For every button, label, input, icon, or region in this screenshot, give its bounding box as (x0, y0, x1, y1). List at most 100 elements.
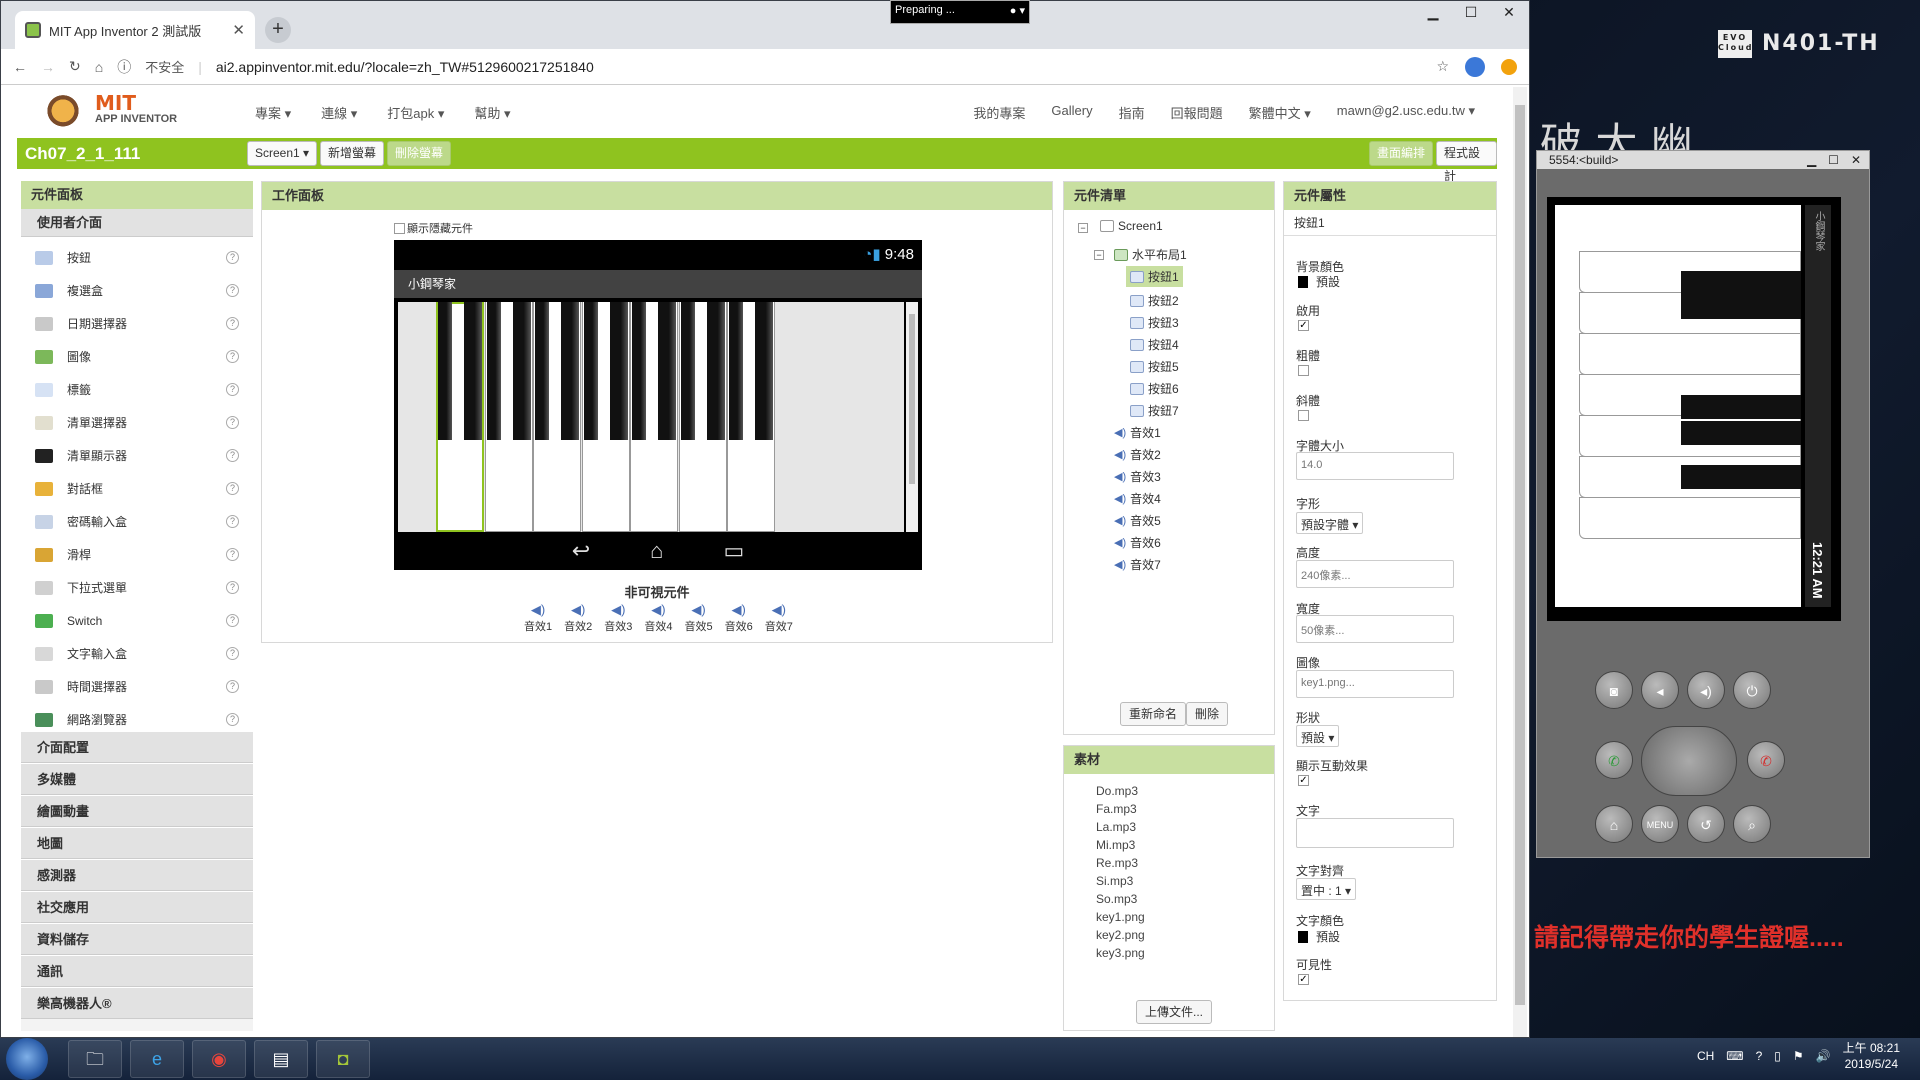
info-icon[interactable]: ⓘ (117, 57, 131, 77)
remove-screen-button[interactable]: 刪除螢幕 (387, 141, 452, 166)
help-icon[interactable]: ? (226, 317, 239, 330)
menu-project[interactable]: 專案 ▾ (255, 103, 291, 122)
tree-sound[interactable]: ◀) 音效5 (1114, 512, 1161, 529)
maximize-icon[interactable]: ☐ (1828, 151, 1839, 169)
palette-section-user-interface[interactable]: 使用者介面 (21, 209, 253, 237)
palette-category[interactable]: 繪圖動畫 (21, 795, 253, 827)
menu-help[interactable]: 幫助 ▾ (474, 103, 510, 122)
volume-up-button[interactable]: ◂) (1687, 671, 1725, 709)
palette-item[interactable]: 圖像? (21, 340, 253, 373)
screen-select[interactable]: Screen1 ▾ (247, 141, 318, 166)
help-icon[interactable]: ? (226, 515, 239, 528)
close-window-icon[interactable]: ✕ (1851, 151, 1861, 169)
media-file[interactable]: key2.png (1096, 928, 1145, 942)
bold-checkbox[interactable] (1298, 365, 1309, 376)
palette-category[interactable]: 通訊 (21, 955, 253, 987)
tree-horizontal-arrangement[interactable]: 水平布局1 (1114, 246, 1187, 263)
close-tab-icon[interactable]: ✕ (232, 21, 245, 39)
menu-my-projects[interactable]: 我的專案 (973, 103, 1025, 122)
help-icon[interactable]: ? (226, 647, 239, 660)
new-tab-button[interactable]: + (265, 17, 291, 43)
height-input[interactable]: 240像素... (1296, 560, 1454, 588)
page-scrollbar[interactable] (1513, 87, 1527, 1037)
explorer-taskbar-icon[interactable]: 🗀 (68, 1040, 122, 1078)
width-input[interactable]: 50像素... (1296, 615, 1454, 643)
collapse-arrangement-icon[interactable]: − (1094, 250, 1104, 260)
chrome-taskbar-icon[interactable]: ◉ (192, 1040, 246, 1078)
back-button[interactable]: ↺ (1687, 805, 1725, 843)
tree-button[interactable]: 按鈕4 (1130, 336, 1179, 353)
palette-item[interactable]: 密碼輸入盒? (21, 505, 253, 538)
help-icon[interactable]: ? (226, 449, 239, 462)
palette-item[interactable]: 下拉式選單? (21, 571, 253, 604)
android-taskbar-icon[interactable]: ◘ (316, 1040, 370, 1078)
tree-sound[interactable]: ◀) 音效3 (1114, 468, 1161, 485)
keyboard-icon[interactable]: ⌨ (1726, 1049, 1743, 1063)
palette-item[interactable]: Switch? (21, 604, 253, 637)
tree-button[interactable]: 按鈕2 (1130, 292, 1179, 309)
update-alert-icon[interactable] (1501, 58, 1517, 75)
menu-gallery[interactable]: Gallery (1051, 103, 1092, 122)
palette-item[interactable]: 時間選擇器? (21, 670, 253, 703)
start-button[interactable] (6, 1038, 48, 1080)
palette-category[interactable]: 地圖 (21, 827, 253, 859)
phone-scrollbar[interactable] (906, 302, 918, 532)
power-button[interactable]: ⏻ (1733, 671, 1771, 709)
help-icon[interactable]: ? (226, 713, 239, 726)
menu-button[interactable]: MENU (1641, 805, 1679, 843)
dpad-control[interactable] (1641, 726, 1737, 796)
blocks-button[interactable]: 程式設計 (1436, 141, 1497, 183)
home-button[interactable]: ⌂ (1595, 805, 1633, 843)
palette-category[interactable]: 資料儲存 (21, 923, 253, 955)
palette-category[interactable]: 感測器 (21, 859, 253, 891)
menu-guide[interactable]: 指南 (1119, 103, 1145, 122)
collapse-screen-icon[interactable]: − (1078, 223, 1088, 233)
nonvisible-sound[interactable]: ◀) 音效3 (604, 602, 632, 634)
enabled-checkbox[interactable]: ✓ (1298, 320, 1309, 331)
menu-connect[interactable]: 連線 ▾ (321, 103, 357, 122)
italic-checkbox[interactable] (1298, 410, 1309, 421)
end-call-button[interactable]: ✆ (1747, 741, 1785, 779)
media-file[interactable]: key1.png (1096, 910, 1145, 924)
palette-item[interactable]: 日期選擇器? (21, 307, 253, 340)
help-icon[interactable]: ? (226, 350, 239, 363)
media-file[interactable]: key3.png (1096, 946, 1145, 960)
palette-item[interactable]: 按鈕? (21, 241, 253, 274)
rename-button[interactable]: 重新命名 (1120, 702, 1187, 726)
help-icon[interactable]: ? (226, 680, 239, 693)
tree-sound[interactable]: ◀) 音效6 (1114, 534, 1161, 551)
help-icon[interactable]: ? (226, 614, 239, 627)
add-screen-button[interactable]: 新增螢幕 (320, 141, 385, 166)
close-window-icon[interactable]: ✕ (1495, 3, 1523, 21)
emulator-white-key[interactable] (1579, 497, 1801, 539)
palette-item[interactable]: 文字輸入盒? (21, 637, 253, 670)
menu-account[interactable]: mawn@g2.usc.edu.tw ▾ (1337, 103, 1475, 122)
media-file[interactable]: La.mp3 (1096, 820, 1136, 834)
tree-screen1[interactable]: Screen1 (1100, 219, 1163, 233)
bookmark-star-icon[interactable]: ☆ (1436, 58, 1449, 75)
forward-icon[interactable]: → (41, 59, 55, 75)
menu-report[interactable]: 回報問題 (1171, 103, 1223, 122)
palette-category[interactable]: 社交應用 (21, 891, 253, 923)
call-button[interactable]: ✆ (1595, 741, 1633, 779)
palette-item[interactable]: 網路瀏覽器? (21, 703, 253, 736)
text-input[interactable] (1296, 818, 1454, 848)
help-icon[interactable]: ? (226, 482, 239, 495)
tree-sound[interactable]: ◀) 音效4 (1114, 490, 1161, 507)
feedback-checkbox[interactable]: ✓ (1298, 775, 1309, 786)
language-indicator[interactable]: CH (1697, 1049, 1714, 1063)
app-taskbar-icon[interactable]: ▤ (254, 1040, 308, 1078)
tree-sound[interactable]: ◀) 音效7 (1114, 556, 1161, 573)
nonvisible-sound[interactable]: ◀) 音效7 (765, 602, 793, 634)
browser-tab[interactable]: MIT App Inventor 2 測試版 ✕ (15, 11, 255, 49)
designer-button[interactable]: 畫面編排 (1369, 141, 1434, 166)
home-icon[interactable]: ⌂ (95, 59, 103, 75)
tree-button[interactable]: 按鈕1 (1126, 266, 1183, 287)
help-icon[interactable]: ? (1756, 1049, 1763, 1063)
mit-app-inventor-logo[interactable]: MIT APP INVENTOR (43, 89, 193, 133)
visible-checkbox[interactable]: ✓ (1298, 974, 1309, 985)
maximize-icon[interactable]: ☐ (1457, 3, 1485, 21)
media-file[interactable]: Do.mp3 (1096, 784, 1138, 798)
image-input[interactable]: key1.png... (1296, 670, 1454, 698)
shape-dropdown[interactable]: 預設 ▾ (1296, 725, 1340, 747)
